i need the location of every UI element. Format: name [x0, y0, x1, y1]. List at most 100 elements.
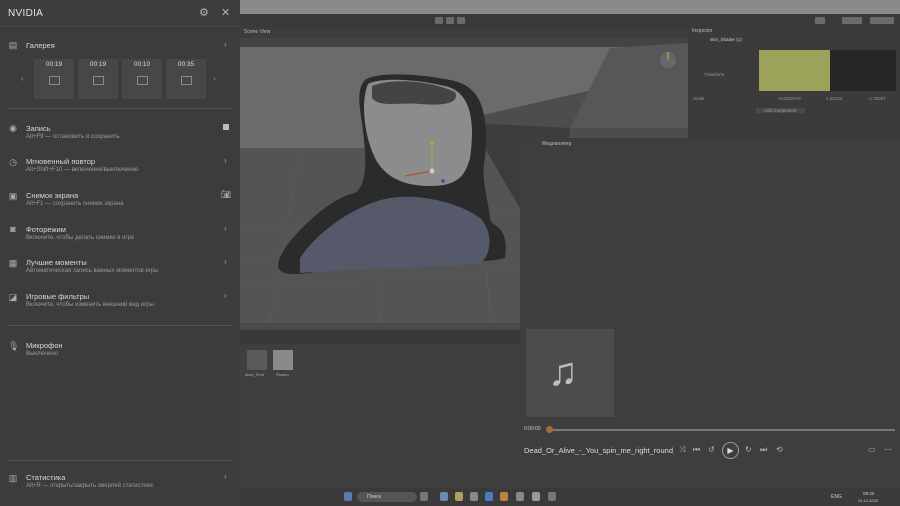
clock-date[interactable]: 24.12.2023	[858, 498, 878, 503]
clip-duration: 00:10	[133, 61, 151, 68]
scale-x[interactable]: -0.6232478	[778, 96, 801, 101]
media-player-panel: Медиаплеер	[520, 138, 900, 488]
chevron-right-icon[interactable]: ›	[224, 224, 227, 233]
media-progress-bar[interactable]	[548, 429, 895, 431]
unity-icon[interactable]	[532, 492, 540, 501]
gallery-clip[interactable]: 00:10	[122, 59, 162, 99]
gear-icon[interactable]: ⚙	[199, 6, 209, 19]
divider	[8, 108, 232, 109]
microphone-subtitle: Выключено	[26, 351, 58, 357]
next-icon[interactable]: ⏭	[760, 445, 767, 455]
shuffle-icon[interactable]: ⤨	[679, 445, 685, 455]
media-time: 0:00:00	[524, 426, 541, 432]
media-app-icon[interactable]	[548, 492, 556, 501]
forward-icon[interactable]: ↻	[745, 445, 752, 454]
highlights-title[interactable]: Лучшие моменты	[26, 258, 87, 267]
camera-icon[interactable]: 📷︎	[221, 190, 231, 199]
asset-thumb-2[interactable]	[273, 350, 293, 370]
music-note-icon: ♫	[548, 350, 578, 394]
gallery-next-icon[interactable]: ›	[213, 74, 216, 83]
chevron-right-icon[interactable]: ›	[224, 472, 227, 481]
game-filters-title[interactable]: Игровые фильтры	[26, 292, 89, 301]
app-icon[interactable]	[516, 492, 524, 501]
screenshot-title[interactable]: Снимок экрана	[26, 191, 78, 200]
step-button[interactable]	[457, 17, 465, 24]
miniplayer-icon[interactable]: ▭	[868, 445, 876, 454]
nvidia-overlay-sidebar: NVIDIA ⚙ ✕ ▤ Галерея › ‹ 00:19 00:19 00:…	[0, 0, 240, 506]
repeat-icon[interactable]: ⟲	[776, 445, 783, 454]
highlights-subtitle: Автоматическая запись важных моментов иг…	[26, 268, 159, 274]
clock-time[interactable]: 09:30	[863, 491, 874, 496]
record-icon: ◉	[9, 123, 17, 133]
clip-thumbnail-icon	[137, 76, 148, 85]
header-divider	[0, 26, 240, 27]
layers-dropdown[interactable]	[815, 17, 825, 24]
media-progress-knob[interactable]	[546, 426, 553, 433]
gallery-clip[interactable]: 00:19	[78, 59, 118, 99]
account-dropdown[interactable]	[870, 17, 894, 24]
chevron-right-icon[interactable]: ›	[224, 156, 227, 165]
pause-mode-button[interactable]	[446, 17, 454, 24]
gallery-clip[interactable]: 00:35	[166, 59, 206, 99]
rewind-icon[interactable]: ↺	[708, 445, 715, 454]
asset-label-2: Shader	[276, 372, 289, 377]
record-title[interactable]: Запись	[26, 124, 51, 133]
clip-thumbnail-icon	[181, 76, 192, 85]
browser-icon[interactable]	[500, 492, 508, 501]
gallery-clip[interactable]: 00:19	[34, 59, 74, 99]
divider	[8, 325, 232, 326]
add-component-button[interactable]: Add Component	[756, 108, 805, 113]
stop-icon[interactable]	[223, 124, 229, 130]
taskbar-search[interactable]: Поиск	[357, 492, 417, 502]
transform-label: Transform	[704, 72, 725, 77]
instant-replay-title[interactable]: Мгновенный повтор	[26, 157, 95, 166]
asset-label-1: sbsd_Shdr	[245, 372, 265, 377]
scale-y[interactable]: 1.20134	[826, 96, 842, 101]
gallery-icon: ▤	[8, 40, 18, 50]
photomode-title[interactable]: Фоторежим	[26, 225, 66, 234]
photomode-subtitle: Включите, чтобы делать снимки в игре	[26, 235, 135, 241]
gallery-prev-icon[interactable]: ‹	[21, 74, 24, 83]
project-panel-header	[240, 330, 520, 344]
previous-icon[interactable]: ⏮	[693, 445, 700, 455]
clip-thumbnail-icon	[49, 76, 60, 85]
material-preview	[759, 50, 830, 91]
play-button[interactable]: ▶	[722, 442, 739, 459]
game-filters-subtitle: Включите, чтобы изменить внешний вид игр…	[26, 302, 154, 308]
gallery-chevron-icon[interactable]: ›	[224, 40, 227, 49]
screenshot-icon: ▣	[8, 191, 18, 201]
scale-z[interactable]: -1.75357	[868, 96, 886, 101]
divider	[8, 460, 232, 461]
play-mode-button[interactable]	[435, 17, 443, 24]
film-icon: ▦	[8, 258, 18, 268]
taskbar	[240, 488, 900, 506]
close-icon[interactable]: ✕	[221, 6, 230, 19]
widget-icon[interactable]	[420, 492, 428, 501]
chevron-right-icon[interactable]: ›	[224, 291, 227, 300]
gallery-label[interactable]: Галерея	[26, 41, 55, 50]
vscode-icon[interactable]	[485, 492, 493, 501]
inspector-title: Inspector	[692, 28, 713, 34]
start-icon[interactable]	[344, 492, 352, 501]
replay-icon: ◷	[9, 157, 17, 167]
media-player-title: Медиаплеер	[542, 141, 572, 147]
instant-replay-subtitle: Alt+Shift+F10 — включение/выключение	[26, 167, 139, 173]
chevron-right-icon[interactable]: ›	[224, 257, 227, 266]
statistics-title[interactable]: Статистика	[26, 473, 65, 482]
microphone-icon[interactable]: 🎙︎	[8, 341, 19, 351]
explorer-icon[interactable]	[455, 492, 463, 501]
microphone-title[interactable]: Микрофон	[26, 341, 63, 350]
asset-thumb-1[interactable]	[247, 350, 267, 370]
statistics-icon: ▥	[8, 473, 18, 483]
record-subtitle: Alt+F9 — остановить и сохранить	[26, 134, 120, 140]
more-icon[interactable]: ⋯	[884, 445, 892, 454]
task-view-icon[interactable]	[440, 492, 448, 501]
store-icon[interactable]	[470, 492, 478, 501]
material-preview-dark	[830, 50, 896, 91]
language-indicator[interactable]: ENG	[831, 494, 842, 500]
camera-mode-icon: ◙	[10, 224, 16, 234]
object-name-field[interactable]: skin_Shader (1)	[710, 37, 742, 42]
song-title: Dead_Or_Alive_-_You_spin_me_right_round_…	[524, 446, 674, 455]
layout-dropdown[interactable]	[842, 17, 862, 24]
clip-thumbnail-icon	[93, 76, 104, 85]
